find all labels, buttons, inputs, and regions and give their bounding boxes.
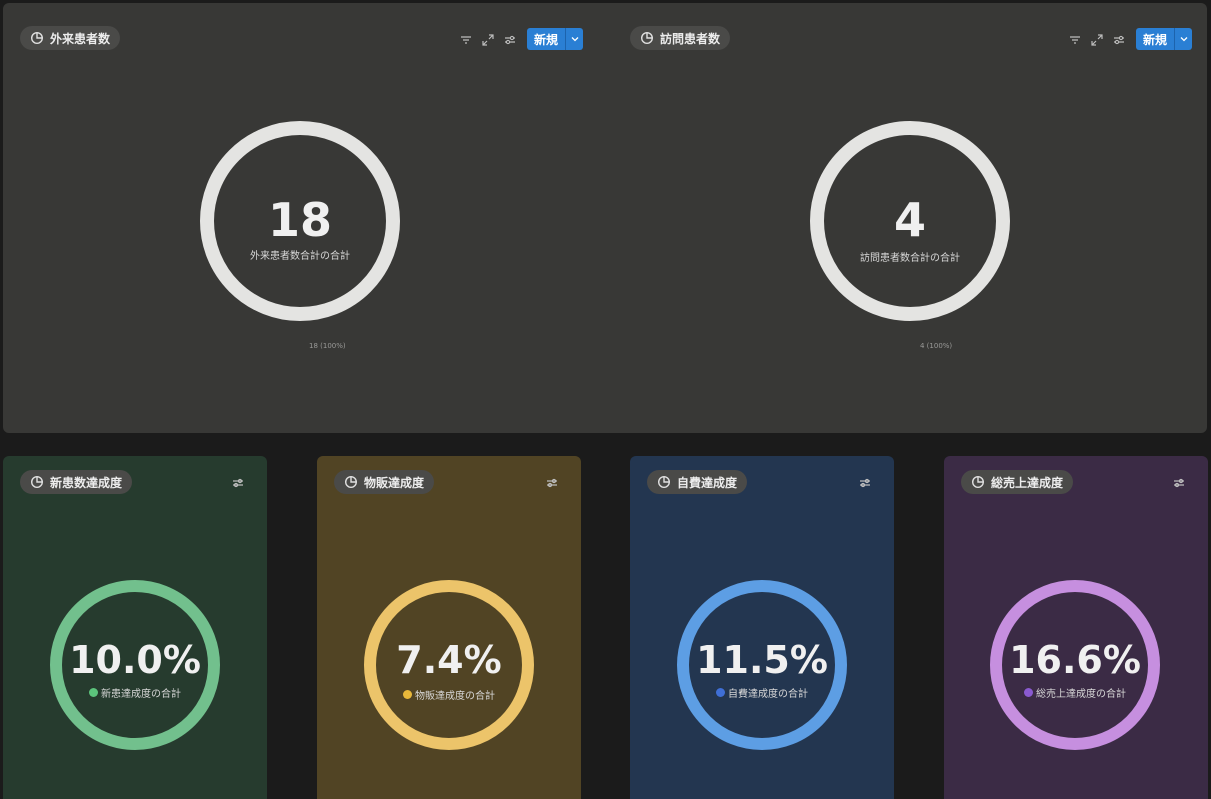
expand-icon[interactable] <box>481 32 495 46</box>
card-label: 新患達成度の合計 <box>50 685 220 700</box>
card-title-chip[interactable]: 物販達成度 <box>334 470 435 494</box>
top-panel: 外来患者数 新規 18 外来患者数合計の合計 18 (100%) 訪問患者数 新… <box>3 3 1207 433</box>
card-label-text: 総売上達成度の合計 <box>1036 689 1126 700</box>
pie-chart-icon <box>640 31 654 45</box>
chevron-down-icon[interactable] <box>1174 28 1192 50</box>
card-value: 16.6% <box>1009 638 1141 682</box>
chevron-down-icon[interactable] <box>565 28 583 50</box>
card-label-text: 自費達成度の合計 <box>728 689 808 700</box>
card-title-label: 自費達成度 <box>677 475 738 490</box>
sliders-icon[interactable] <box>1112 32 1126 46</box>
pie-chart-icon <box>30 475 44 489</box>
new-button-outpatient[interactable]: 新規 <box>527 28 584 50</box>
legend-dot <box>89 688 98 697</box>
card-label: 総売上達成度の合計 <box>990 685 1160 700</box>
card-title-label: 総売上達成度 <box>991 475 1064 490</box>
card-title-chip[interactable]: 自費達成度 <box>647 470 748 494</box>
outpatient-footnote: 18 (100%) <box>309 342 346 350</box>
widget-title-label: 訪問患者数 <box>660 31 721 46</box>
legend-dot <box>1024 688 1033 697</box>
card-label-text: 物販達成度の合計 <box>415 691 495 702</box>
outpatient-value: 18 <box>267 193 332 247</box>
new-button-label: 新規 <box>534 32 559 47</box>
card-label-text: 新患達成度の合計 <box>101 689 181 700</box>
card-label: 物販達成度の合計 <box>364 687 534 702</box>
card-title-chip[interactable]: 新患数達成度 <box>20 470 133 494</box>
sliders-icon[interactable] <box>231 475 245 489</box>
card-total-sales: 総売上達成度 16.6% 総売上達成度の合計 <box>944 456 1208 799</box>
legend-dot <box>716 688 725 697</box>
filter-icon[interactable] <box>459 32 473 46</box>
pie-chart-icon <box>657 475 671 489</box>
expand-icon[interactable] <box>1090 32 1104 46</box>
widget-title-outpatient[interactable]: 外来患者数 <box>20 26 121 50</box>
visit-value: 4 <box>893 193 926 247</box>
card-value: 7.4% <box>396 638 502 682</box>
pie-chart-icon <box>30 31 44 45</box>
card-ring-chart: 11.5% 自費達成度の合計 <box>677 580 847 750</box>
new-button-label: 新規 <box>1143 32 1168 47</box>
card-ring-chart: 10.0% 新患達成度の合計 <box>50 580 220 750</box>
card-value: 11.5% <box>696 638 828 682</box>
widget-title-visit[interactable]: 訪問患者数 <box>630 26 731 50</box>
widget-title-label: 外来患者数 <box>50 31 111 46</box>
card-title-label: 新患数達成度 <box>50 475 123 490</box>
visit-footnote: 4 (100%) <box>920 342 953 350</box>
visit-ring-chart: 4 訪問患者数合計の合計 <box>810 121 1010 321</box>
visit-label: 訪問患者数合計の合計 <box>860 253 960 264</box>
sliders-icon[interactable] <box>858 475 872 489</box>
widget-toolbar-visit: 新規 <box>1068 28 1193 50</box>
widget-toolbar-outpatient: 新規 <box>459 28 584 50</box>
sliders-icon[interactable] <box>1172 475 1186 489</box>
new-button-visit[interactable]: 新規 <box>1136 28 1193 50</box>
card-product-sales: 物販達成度 7.4% 物販達成度の合計 <box>317 456 581 799</box>
card-ring-chart: 16.6% 総売上達成度の合計 <box>990 580 1160 750</box>
card-new-patient: 新患数達成度 10.0% 新患達成度の合計 <box>3 456 267 799</box>
card-label: 自費達成度の合計 <box>677 685 847 700</box>
card-ring-chart: 7.4% 物販達成度の合計 <box>364 580 534 750</box>
pie-chart-icon <box>971 475 985 489</box>
pie-chart-icon <box>344 475 358 489</box>
card-self-pay: 自費達成度 11.5% 自費達成度の合計 <box>630 456 894 799</box>
card-title-label: 物販達成度 <box>364 475 425 490</box>
filter-icon[interactable] <box>1068 32 1082 46</box>
outpatient-ring-chart: 18 外来患者数合計の合計 <box>200 121 400 321</box>
legend-dot <box>403 690 412 699</box>
sliders-icon[interactable] <box>503 32 517 46</box>
sliders-icon[interactable] <box>545 475 559 489</box>
card-title-chip[interactable]: 総売上達成度 <box>961 470 1074 494</box>
outpatient-label: 外来患者数合計の合計 <box>250 251 350 262</box>
card-value: 10.0% <box>69 638 201 682</box>
